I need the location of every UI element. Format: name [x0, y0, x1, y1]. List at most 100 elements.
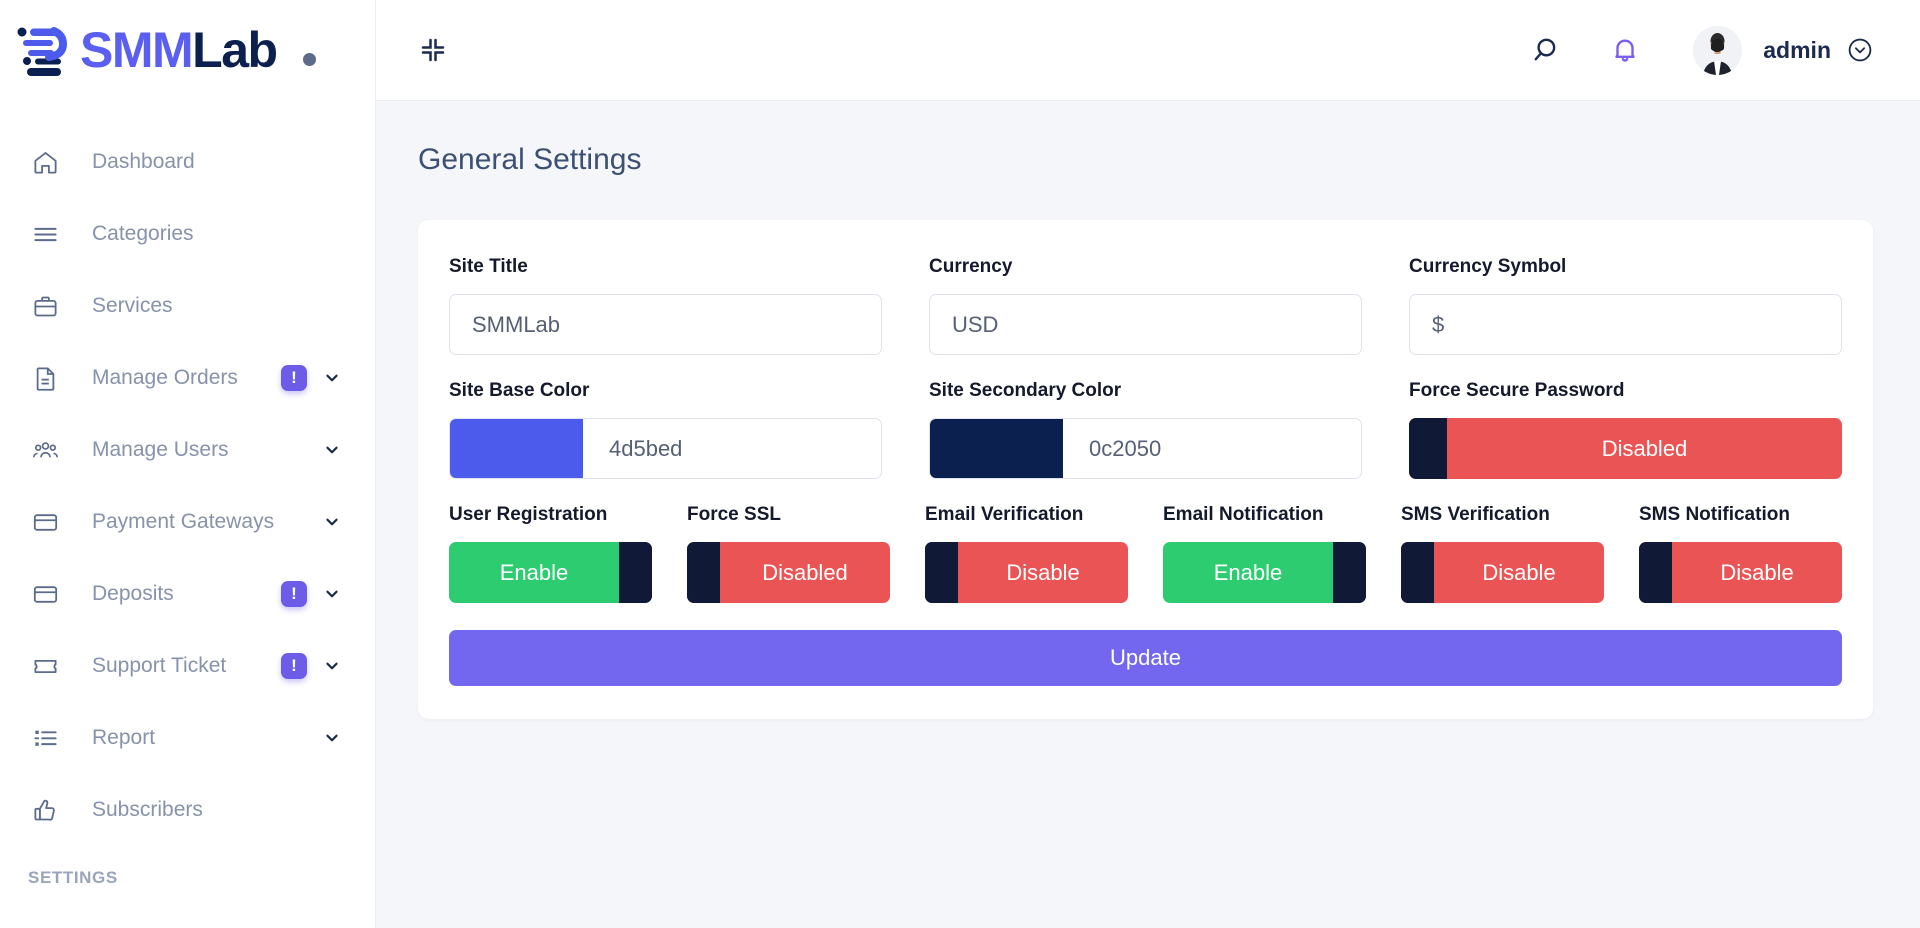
- toggle-label: Disable: [1482, 559, 1556, 585]
- toggle-knob: [1409, 418, 1447, 479]
- bell-icon[interactable]: [1603, 28, 1647, 72]
- field-label: Force Secure Password: [1409, 380, 1625, 401]
- sidebar-item-label: Manage Users: [92, 438, 229, 461]
- sidebar-item-manage-orders[interactable]: Manage Orders !: [0, 342, 375, 414]
- sidebar-nav: Dashboard Categories Services Manage Ord…: [0, 100, 375, 888]
- sidebar-item-categories[interactable]: Categories: [0, 198, 375, 270]
- toggle-knob: [1401, 542, 1434, 603]
- currency-input[interactable]: USD: [929, 294, 1362, 355]
- field-user-registration: User Registration Enable: [449, 504, 652, 603]
- sms-notification-toggle[interactable]: Disable: [1639, 542, 1842, 603]
- field-label: Currency: [929, 256, 1013, 277]
- field-site-title: Site Title SMMLab: [449, 256, 882, 355]
- search-icon[interactable]: [1525, 28, 1569, 72]
- sidebar-item-report[interactable]: Report: [0, 702, 375, 774]
- field-label: Site Title: [449, 256, 528, 277]
- field-label: Site Base Color: [449, 380, 590, 401]
- brand-name-part1: SMM: [80, 22, 194, 78]
- sidebar-item-dashboard[interactable]: Dashboard: [0, 126, 375, 198]
- document-icon: [28, 361, 62, 395]
- chevron-down-icon[interactable]: [323, 513, 341, 531]
- force-secure-password-toggle[interactable]: Disabled: [1409, 418, 1842, 479]
- site-title-input[interactable]: SMMLab: [449, 294, 882, 355]
- color-value[interactable]: 4d5bed: [583, 419, 881, 478]
- chevron-down-icon[interactable]: [323, 729, 341, 747]
- settings-row-text-inputs: Site Title SMMLab Currency USD Currency …: [449, 256, 1842, 355]
- update-button[interactable]: Update: [449, 630, 1842, 686]
- sms-verification-toggle[interactable]: Disable: [1401, 542, 1604, 603]
- settings-row-colors: Site Base Color 4d5bed Site Secondary Co…: [449, 380, 1842, 479]
- toggle-knob: [1639, 542, 1672, 603]
- sidebar-item-label: Report: [92, 726, 156, 749]
- user-menu[interactable]: admin: [1693, 25, 1873, 75]
- brand-name: SMMLab: [80, 22, 278, 78]
- alert-badge: !: [281, 653, 307, 679]
- currency-symbol-input[interactable]: $: [1409, 294, 1842, 355]
- color-value[interactable]: 0c2050: [1063, 419, 1361, 478]
- field-label: Force SSL: [687, 504, 781, 525]
- chevron-down-icon[interactable]: [323, 657, 341, 675]
- user-name: admin: [1763, 36, 1831, 63]
- app-root: SMMLab Dashboard Categories Services Man…: [0, 0, 1920, 928]
- collapse-icon[interactable]: [412, 29, 454, 71]
- alert-badge: !: [281, 365, 307, 391]
- email-verification-toggle[interactable]: Disable: [925, 542, 1128, 603]
- chevron-down-icon[interactable]: [323, 441, 341, 459]
- site-base-color-picker[interactable]: 4d5bed: [449, 418, 882, 479]
- field-label: Currency Symbol: [1409, 256, 1567, 277]
- toggle-knob: [1333, 542, 1366, 603]
- user-registration-toggle[interactable]: Enable: [449, 542, 652, 603]
- sidebar-item-label: Services: [92, 294, 173, 317]
- sidebar-item-support-ticket[interactable]: Support Ticket !: [0, 630, 375, 702]
- content-area: General Settings Site Title SMMLab Curre…: [376, 101, 1920, 928]
- color-swatch[interactable]: [450, 419, 583, 478]
- smmlab-logo-icon: [14, 19, 76, 81]
- sidebar-item-label: Categories: [92, 222, 194, 245]
- sidebar: SMMLab Dashboard Categories Services Man…: [0, 0, 376, 928]
- toggle-label: Disabled: [762, 559, 848, 585]
- brand-logo[interactable]: SMMLab: [0, 0, 375, 100]
- chevron-down-icon[interactable]: [323, 585, 341, 603]
- report-list-icon: [28, 721, 62, 755]
- toggle-label: Enable: [499, 559, 569, 585]
- topbar: admin: [376, 0, 1920, 101]
- field-email-verification: Email Verification Disable: [925, 504, 1128, 603]
- users-group-icon: [28, 433, 62, 467]
- sidebar-item-label: Manage Orders: [92, 366, 238, 389]
- chevron-down-icon[interactable]: [1847, 37, 1873, 63]
- sidebar-item-payment-gateways[interactable]: Payment Gateways: [0, 486, 375, 558]
- field-label: SMS Notification: [1639, 504, 1790, 525]
- color-swatch[interactable]: [930, 419, 1063, 478]
- field-force-secure-password: Force Secure Password Disabled: [1409, 380, 1842, 479]
- brand-dot-icon: [302, 52, 316, 66]
- general-settings-card: Site Title SMMLab Currency USD Currency …: [418, 220, 1873, 719]
- toggle-label: Enable: [1213, 559, 1283, 585]
- field-force-ssl: Force SSL Disabled: [687, 504, 890, 603]
- sidebar-item-deposits[interactable]: Deposits !: [0, 558, 375, 630]
- briefcase-icon: [28, 289, 62, 323]
- field-label: Email Notification: [1163, 504, 1324, 525]
- toggle-label: Disable: [1006, 559, 1080, 585]
- field-sms-verification: SMS Verification Disable: [1401, 504, 1604, 603]
- field-label: Email Verification: [925, 504, 1084, 525]
- toggle-label: Disabled: [1601, 435, 1688, 461]
- field-label: Site Secondary Color: [929, 380, 1122, 401]
- main-area: admin General Settings Site Title SMMLab: [376, 0, 1920, 928]
- alert-badge: !: [281, 581, 307, 607]
- chevron-down-icon[interactable]: [323, 369, 341, 387]
- force-ssl-toggle[interactable]: Disabled: [687, 542, 890, 603]
- avatar: [1693, 25, 1743, 75]
- field-currency: Currency USD: [929, 256, 1362, 355]
- toggle-knob: [687, 542, 720, 603]
- toggle-knob: [925, 542, 958, 603]
- field-label: User Registration: [449, 504, 608, 525]
- sidebar-item-services[interactable]: Services: [0, 270, 375, 342]
- sidebar-item-manage-users[interactable]: Manage Users: [0, 414, 375, 486]
- toggle-label: Disable: [1720, 559, 1794, 585]
- sidebar-item-label: Support Ticket: [92, 654, 227, 677]
- list-lines-icon: [28, 217, 62, 251]
- sidebar-section-settings: SETTINGS: [28, 868, 118, 887]
- sidebar-item-subscribers[interactable]: Subscribers: [0, 774, 375, 846]
- email-notification-toggle[interactable]: Enable: [1163, 542, 1366, 603]
- site-secondary-color-picker[interactable]: 0c2050: [929, 418, 1362, 479]
